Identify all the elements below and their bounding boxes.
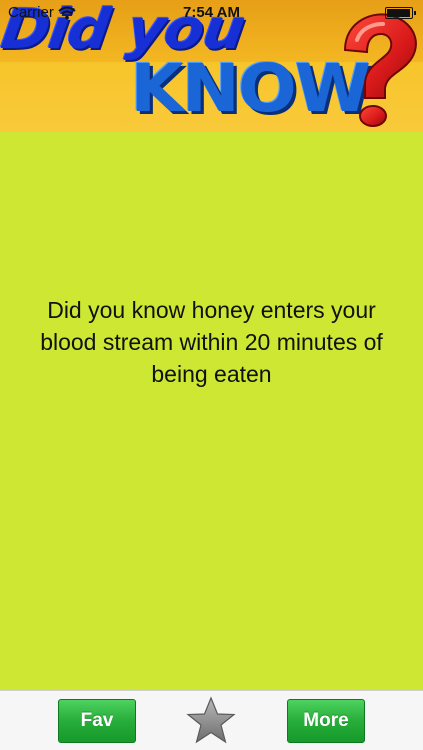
status-time: 7:54 AM [183, 4, 240, 21]
bottom-toolbar: Fav More [0, 690, 423, 750]
battery-fill [387, 9, 410, 17]
fact-panel: Did you know honey enters your blood str… [0, 132, 423, 690]
question-mark-icon [343, 13, 417, 127]
battery-icon [385, 7, 416, 19]
status-bar: Carrier 7:54 AM [0, 0, 423, 26]
star-icon[interactable] [186, 696, 236, 746]
fav-button[interactable]: Fav [58, 699, 136, 743]
logo-know-text: KNOW [130, 50, 371, 127]
more-button[interactable]: More [287, 699, 365, 743]
fact-text: Did you know honey enters your blood str… [40, 297, 383, 387]
